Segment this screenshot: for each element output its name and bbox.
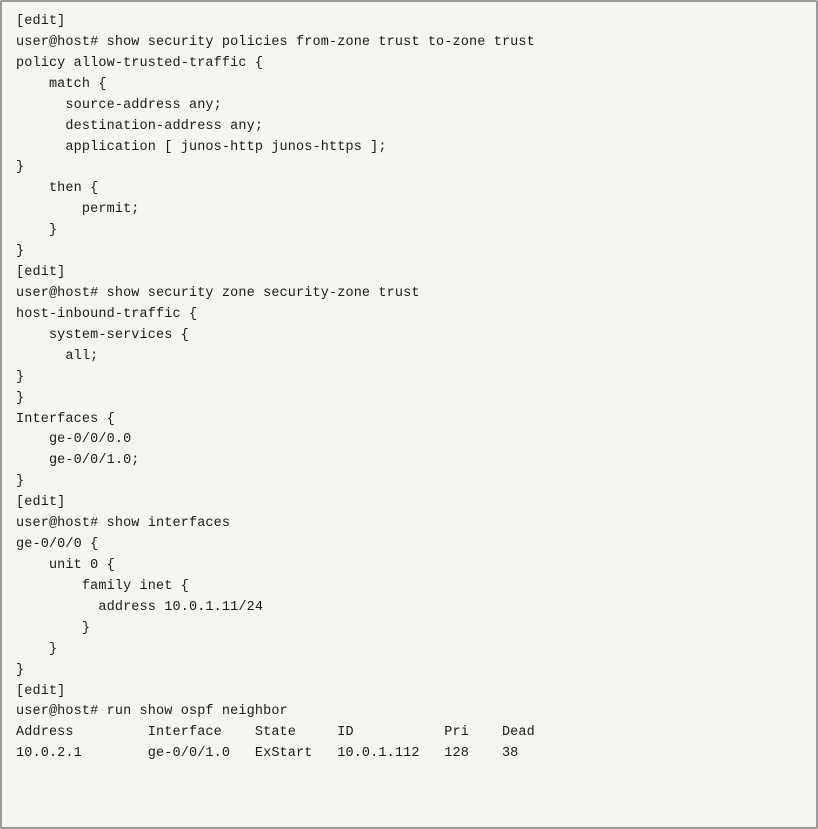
terminal-output: [edit] user@host# show security policies… [16, 12, 802, 765]
terminal-container: [edit] user@host# show security policies… [0, 0, 818, 829]
